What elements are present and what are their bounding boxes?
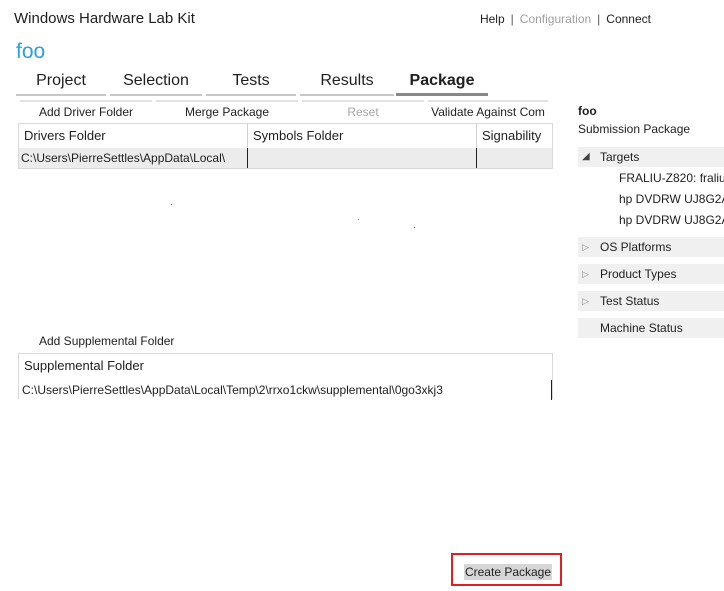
project-name: foo xyxy=(16,40,46,63)
collapsed-arrow-icon: ▷ xyxy=(582,269,589,279)
tab-label: Tests xyxy=(232,72,270,89)
help-link[interactable]: Help xyxy=(480,12,505,26)
create-package-highlight: Create Package xyxy=(451,553,562,586)
package-toolbar: Add Driver Folder Merge Package Reset Va… xyxy=(16,100,548,120)
separator: | xyxy=(510,12,514,26)
supplemental-grid: Supplemental Folder C:\Users\PierreSettl… xyxy=(18,353,553,400)
collapsed-arrow-icon: ▷ xyxy=(582,296,589,306)
tab-underline xyxy=(16,94,106,96)
tab-underline xyxy=(396,93,488,96)
collapsed-arrow-icon: ▷ xyxy=(582,242,589,252)
artifact-dot xyxy=(414,227,415,228)
tree-node-os-platforms[interactable]: ▷ OS Platforms xyxy=(578,237,724,257)
tab-label: Results xyxy=(320,72,374,89)
tree-node-label: Targets xyxy=(600,150,640,164)
drivers-folder-header[interactable]: Drivers Folder xyxy=(19,124,248,148)
tab-label: Package xyxy=(409,72,475,89)
tree-node-test-status[interactable]: ▷ Test Status xyxy=(578,291,724,311)
tab-underline xyxy=(110,94,202,96)
validate-button[interactable]: Validate Against Com xyxy=(428,100,548,122)
app-title: Windows Hardware Lab Kit xyxy=(14,10,195,27)
tab-results[interactable]: Results xyxy=(300,72,394,96)
configuration-link[interactable]: Configuration xyxy=(520,12,591,26)
target-item[interactable]: hp DVDRW UJ8G2A xyxy=(619,213,724,227)
reset-button[interactable]: Reset xyxy=(302,100,424,122)
tab-selection[interactable]: Selection xyxy=(110,72,202,96)
supplemental-folder-header[interactable]: Supplemental Folder xyxy=(19,354,552,378)
symbols-folder-cell xyxy=(248,148,477,168)
table-row[interactable]: C:\Users\PierreSettles\AppData\Local\ xyxy=(19,148,552,168)
package-summary: foo Submission Package xyxy=(578,104,724,136)
add-driver-folder-button[interactable]: Add Driver Folder xyxy=(20,100,152,122)
merge-package-button[interactable]: Merge Package xyxy=(156,100,298,122)
target-item[interactable]: hp DVDRW UJ8G2A xyxy=(619,192,724,206)
add-supplemental-folder-button[interactable]: Add Supplemental Folder xyxy=(39,334,174,348)
tab-label: Project xyxy=(36,72,86,89)
drivers-folder-cell: C:\Users\PierreSettles\AppData\Local\ xyxy=(19,148,248,168)
tab-strip: Project Selection Tests Results Package xyxy=(16,72,488,98)
tab-label: Selection xyxy=(123,72,189,89)
tree-node-label: OS Platforms xyxy=(600,240,672,254)
top-links: Help | Configuration | Connect xyxy=(480,12,651,26)
tab-underline xyxy=(300,94,394,96)
tree-node-targets[interactable]: ◢ Targets xyxy=(578,147,724,167)
tree-node-label: Product Types xyxy=(600,267,677,281)
tree-node-product-types[interactable]: ▷ Product Types xyxy=(578,264,724,284)
tree-node-label: Test Status xyxy=(600,294,660,308)
tab-underline xyxy=(206,94,296,96)
separator: | xyxy=(597,12,601,26)
tab-project[interactable]: Project xyxy=(16,72,106,96)
package-subtitle: Submission Package xyxy=(578,122,691,136)
signability-header[interactable]: Signability xyxy=(477,124,552,148)
signability-cell xyxy=(477,148,552,168)
tree-node-machine-status[interactable]: Machine Status xyxy=(578,318,724,338)
connect-link[interactable]: Connect xyxy=(606,12,651,26)
supplemental-folder-cell: C:\Users\PierreSettles\AppData\Local\Tem… xyxy=(19,380,552,400)
package-title: foo xyxy=(578,104,597,118)
table-row[interactable]: C:\Users\PierreSettles\AppData\Local\Tem… xyxy=(19,380,552,400)
drivers-grid: Drivers Folder Symbols Folder Signabilit… xyxy=(18,123,553,169)
target-item[interactable]: FRALIU-Z820: fraliu: xyxy=(619,171,724,185)
symbols-folder-header[interactable]: Symbols Folder xyxy=(248,124,477,148)
artifact-dot xyxy=(171,204,172,205)
expanded-arrow-icon: ◢ xyxy=(582,151,590,162)
artifact-dot xyxy=(358,219,359,220)
tab-package[interactable]: Package xyxy=(396,72,488,96)
create-package-button[interactable]: Create Package xyxy=(464,564,552,580)
tree-node-label: Machine Status xyxy=(600,321,683,335)
tab-tests[interactable]: Tests xyxy=(206,72,296,96)
